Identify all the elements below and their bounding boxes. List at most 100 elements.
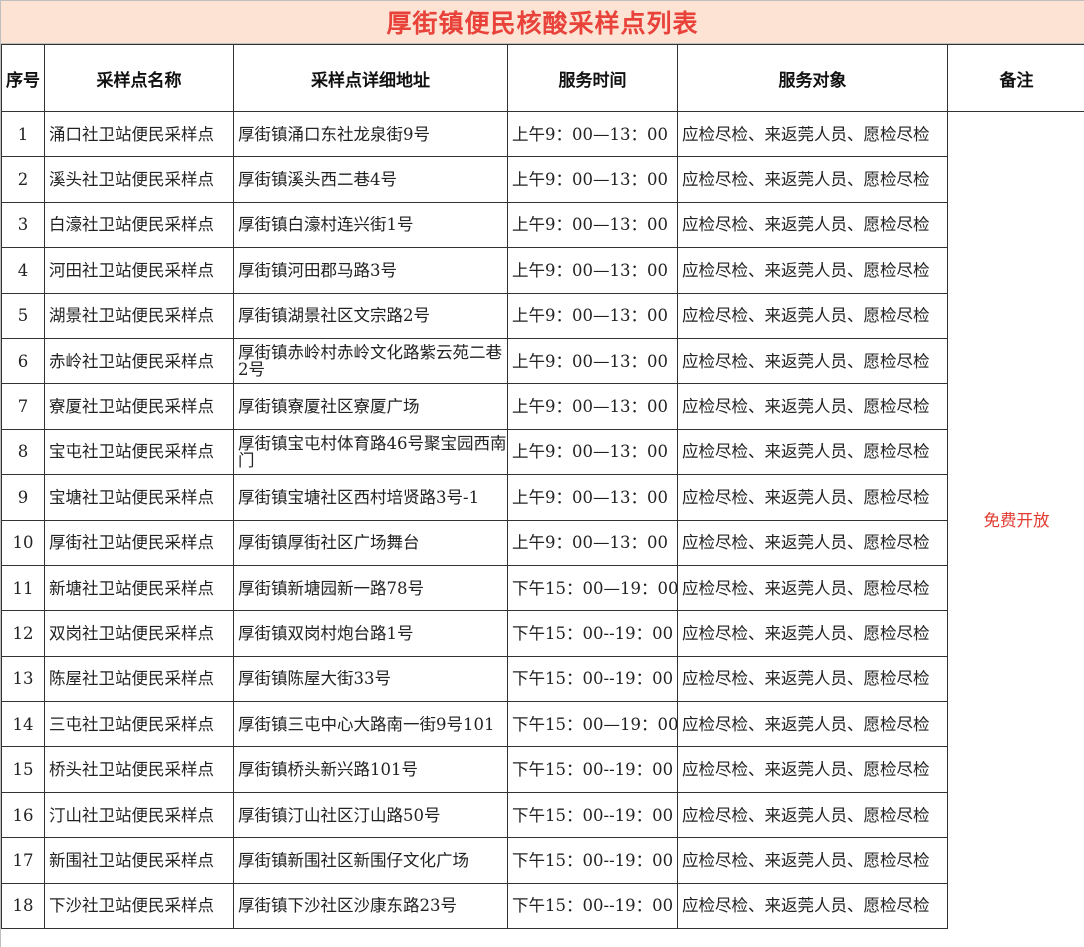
cell-service-target: 应检尽检、来返莞人员、愿检尽检 [677, 655, 948, 703]
table-row: 7 寮厦社卫站便民采样点 厚街镇寮厦社区寮厦广场 上午9：00—13：00 应检尽检、来… [1, 383, 1084, 430]
cell-address: 厚街镇寮厦社区寮厦广场 [233, 383, 508, 430]
cell-address: 厚街镇新塘园新一路78号 [233, 564, 508, 612]
col-header-remark: 备注 [947, 44, 1084, 112]
cell-address: 厚街镇桥头新兴路101号 [233, 746, 508, 793]
cell-address: 厚街镇涌口东社龙泉街9号 [233, 110, 508, 158]
cell-address: 厚街镇厚街社区广场舞台 [233, 519, 508, 566]
cell-address: 厚街镇河田郡马路3号 [233, 247, 508, 294]
table-row: 3 白濠社卫站便民采样点 厚街镇白濠村连兴街1号 上午9：00—13：00 应检尽检、来… [1, 201, 1084, 249]
cell-service-time: 上午9：00—13：00 [507, 474, 678, 521]
cell-no: 12 [1, 610, 45, 657]
cell-service-target: 应检尽检、来返莞人员、愿检尽检 [677, 110, 948, 158]
cell-no: 9 [1, 474, 45, 521]
cell-service-target: 应检尽检、来返莞人员、愿检尽检 [677, 201, 948, 249]
cell-service-time: 下午15：00--19：00 [507, 610, 678, 657]
cell-service-time: 上午9：00—13：00 [507, 337, 678, 385]
cell-service-time: 下午15：00--19：00 [507, 837, 678, 884]
col-header-name: 采样点名称 [44, 44, 234, 112]
cell-service-time: 上午9：00—13：00 [507, 110, 678, 158]
table-body: 1 涌口社卫站便民采样点 厚街镇涌口东社龙泉街9号 上午9：00—13：00 应检尽检、… [1, 110, 1084, 930]
cell-site-name: 新围社卫站便民采样点 [44, 837, 234, 884]
col-header-no: 序号 [1, 44, 45, 112]
table-row: 11 新塘社卫站便民采样点 厚街镇新塘园新一路78号 下午15：00—19：00 应检尽… [1, 564, 1084, 612]
table-row: 5 湖景社卫站便民采样点 厚街镇湖景社区文宗路2号 上午9：00—13：00 应检尽检、… [1, 292, 1084, 339]
table-row: 10 厚街社卫站便民采样点 厚街镇厚街社区广场舞台 上午9：00—13：00 应检尽检、… [1, 519, 1084, 566]
cell-site-name: 下沙社卫站便民采样点 [44, 882, 234, 930]
cell-site-name: 湖景社卫站便民采样点 [44, 292, 234, 339]
cell-service-target: 应检尽检、来返莞人员、愿检尽检 [677, 428, 948, 476]
table-row: 6 赤岭社卫站便民采样点 厚街镇赤岭村赤岭文化路紫云苑二巷2号 上午9：00—13：0… [1, 337, 1084, 385]
cell-service-time: 下午15：00--19：00 [507, 746, 678, 793]
cell-site-name: 厚街社卫站便民采样点 [44, 519, 234, 566]
table-row: 4 河田社卫站便民采样点 厚街镇河田郡马路3号 上午9：00—13：00 应检尽检、来返… [1, 247, 1084, 294]
cell-no: 15 [1, 746, 45, 793]
sheet-title: 厚街镇便民核酸采样点列表 [1, 0, 1084, 44]
cell-site-name: 宝塘社卫站便民采样点 [44, 474, 234, 521]
table-row: 8 宝屯社卫站便民采样点 厚街镇宝屯村体育路46号聚宝园西南门 上午9：00—13：0… [1, 428, 1084, 476]
cell-service-time: 上午9：00—13：00 [507, 247, 678, 294]
table-row: 13 陈屋社卫站便民采样点 厚街镇陈屋大街33号 下午15：00--19：00 应检尽检… [1, 655, 1084, 703]
cell-no: 4 [1, 247, 45, 294]
cell-service-time: 下午15：00—19：00 [507, 701, 678, 748]
cell-site-name: 白濠社卫站便民采样点 [44, 201, 234, 249]
table-row: 18 下沙社卫站便民采样点 厚街镇下沙社区沙康东路23号 下午15：00--19：00… [1, 882, 1084, 930]
cell-service-target: 应检尽检、来返莞人员、愿检尽检 [677, 156, 948, 203]
cell-site-name: 河田社卫站便民采样点 [44, 247, 234, 294]
cell-address: 厚街镇宝屯村体育路46号聚宝园西南门 [233, 428, 508, 476]
cell-site-name: 陈屋社卫站便民采样点 [44, 655, 234, 703]
col-header-target: 服务对象 [677, 44, 948, 112]
cell-site-name: 双岗社卫站便民采样点 [44, 610, 234, 657]
cell-site-name: 新塘社卫站便民采样点 [44, 564, 234, 612]
table-header-row: 序号 采样点名称 采样点详细地址 服务时间 服务对象 备注 [1, 44, 1084, 112]
cell-service-time: 上午9：00—13：00 [507, 383, 678, 430]
cell-service-target: 应检尽检、来返莞人员、愿检尽检 [677, 383, 948, 430]
cell-site-name: 宝屯社卫站便民采样点 [44, 428, 234, 476]
cell-service-target: 应检尽检、来返莞人员、愿检尽检 [677, 791, 948, 839]
cell-address: 厚街镇双岗村炮台路1号 [233, 610, 508, 657]
cell-service-target: 应检尽检、来返莞人员、愿检尽检 [677, 701, 948, 748]
cell-service-target: 应检尽检、来返莞人员、愿检尽检 [677, 837, 948, 884]
cell-site-name: 三屯社卫站便民采样点 [44, 701, 234, 748]
cell-address: 厚街镇三屯中心大路南一街9号101 [233, 701, 508, 748]
cell-service-time: 下午15：00--19：00 [507, 791, 678, 839]
cell-site-name: 溪头社卫站便民采样点 [44, 156, 234, 203]
cell-service-time: 上午9：00—13：00 [507, 519, 678, 566]
cell-service-time: 上午9：00—13：00 [507, 428, 678, 476]
cell-address: 厚街镇湖景社区文宗路2号 [233, 292, 508, 339]
cell-service-target: 应检尽检、来返莞人员、愿检尽检 [677, 519, 948, 566]
cell-site-name: 赤岭社卫站便民采样点 [44, 337, 234, 385]
cell-service-target: 应检尽检、来返莞人员、愿检尽检 [677, 474, 948, 521]
cell-address: 厚街镇陈屋大街33号 [233, 655, 508, 703]
cell-service-time: 下午15：00--19：00 [507, 655, 678, 703]
cell-address: 厚街镇新围社区新围仔文化广场 [233, 837, 508, 884]
cell-service-time: 上午9：00—13：00 [507, 156, 678, 203]
cell-service-time: 上午9：00—13：00 [507, 292, 678, 339]
cell-service-target: 应检尽检、来返莞人员、愿检尽检 [677, 337, 948, 385]
cell-address: 厚街镇下沙社区沙康东路23号 [233, 882, 508, 930]
cell-service-target: 应检尽检、来返莞人员、愿检尽检 [677, 564, 948, 612]
table-row: 1 涌口社卫站便民采样点 厚街镇涌口东社龙泉街9号 上午9：00—13：00 应检尽检、… [1, 110, 1084, 929]
cell-service-time: 上午9：00—13：00 [507, 201, 678, 249]
table-row: 2 溪头社卫站便民采样点 厚街镇溪头西二巷4号 上午9：00—13：00 应检尽检、来返… [1, 156, 1084, 203]
cell-service-time: 下午15：00—19：00 [507, 564, 678, 612]
cell-no: 11 [1, 564, 45, 612]
cell-no: 5 [1, 292, 45, 339]
cell-site-name: 汀山社卫站便民采样点 [44, 791, 234, 839]
cell-no: 14 [1, 701, 45, 748]
table-row: 12 双岗社卫站便民采样点 厚街镇双岗村炮台路1号 下午15：00--19：00 应检尽… [1, 610, 1084, 657]
cell-service-target: 应检尽检、来返莞人员、愿检尽检 [677, 247, 948, 294]
cell-no: 16 [1, 791, 45, 839]
table-row: 17 新围社卫站便民采样点 厚街镇新围社区新围仔文化广场 下午15：00--19：00… [1, 837, 1084, 884]
cell-no: 10 [1, 519, 45, 566]
cell-service-target: 应检尽检、来返莞人员、愿检尽检 [677, 292, 948, 339]
cell-site-name: 桥头社卫站便民采样点 [44, 746, 234, 793]
table-row: 16 汀山社卫站便民采样点 厚街镇汀山社区汀山路50号 下午15：00--19：00 应… [1, 791, 1084, 839]
col-header-time: 服务时间 [507, 44, 678, 112]
sampling-site-sheet: 厚街镇便民核酸采样点列表 序号 采样点名称 采样点详细地址 服务时间 服务对象 … [0, 0, 1084, 947]
cell-address: 厚街镇赤岭村赤岭文化路紫云苑二巷2号 [233, 337, 508, 385]
cell-address: 厚街镇白濠村连兴街1号 [233, 201, 508, 249]
cell-address: 厚街镇宝塘社区西村培贤路3号-1 [233, 474, 508, 521]
cell-no: 1 [1, 110, 45, 158]
table-row: 9 宝塘社卫站便民采样点 厚街镇宝塘社区西村培贤路3号-1 上午9：00—13：00 应… [1, 474, 1084, 521]
cell-site-name: 涌口社卫站便民采样点 [44, 110, 234, 158]
